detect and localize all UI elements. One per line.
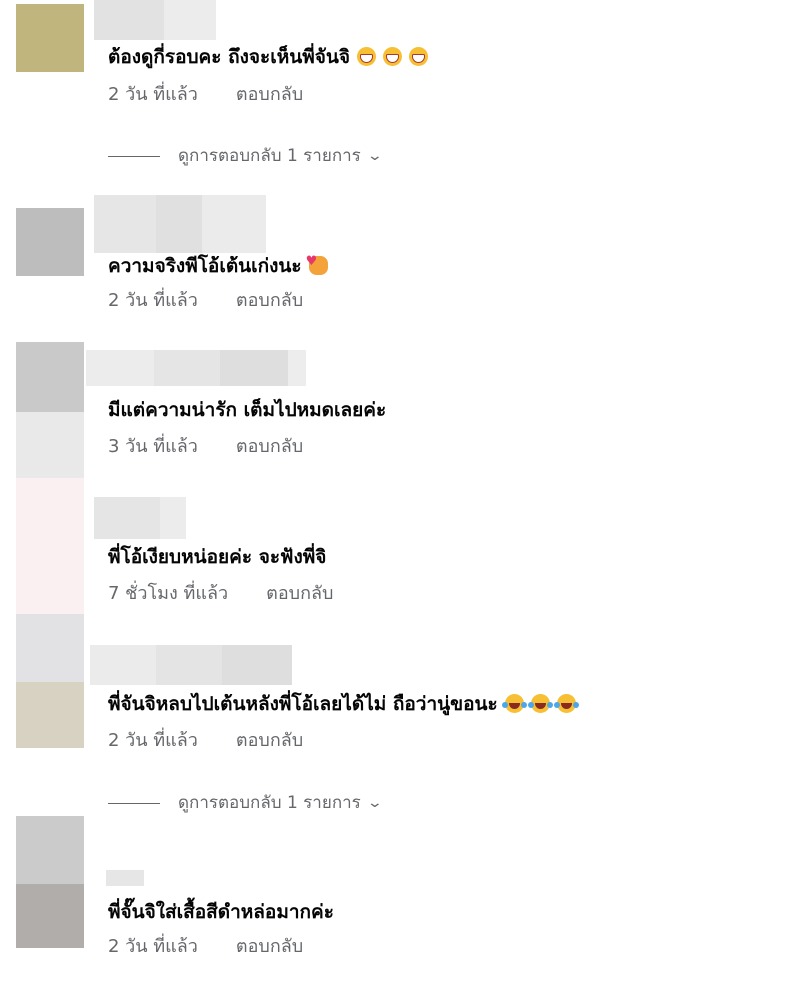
chevron-down-icon: ⌄ bbox=[366, 148, 383, 164]
face-with-tears-of-joy-icon bbox=[501, 694, 524, 713]
comment-body: พี่จั๊นจิใส่เสื้อสีดำหล่อมากค่ะ bbox=[108, 901, 334, 923]
blurred-username bbox=[94, 195, 266, 253]
blurred-username bbox=[90, 645, 292, 685]
reply-link[interactable]: ตอบกลับ bbox=[236, 290, 303, 312]
avatar-bg bbox=[16, 682, 84, 748]
smiling-face-with-hearts-icon bbox=[306, 250, 328, 275]
comment-text: พี่จั๊นจิใส่เสื้อสีดำหล่อมากค่ะ bbox=[108, 900, 334, 924]
view-replies-label: ดูการตอบกลับ 1 รายการ bbox=[178, 793, 361, 813]
avatar[interactable] bbox=[16, 816, 84, 884]
comment-meta: 2 วัน ที่แล้ว ตอบกลับ bbox=[108, 84, 303, 106]
grinning-face-icon bbox=[408, 47, 428, 66]
comment-timestamp: 2 วัน ที่แล้ว bbox=[108, 290, 198, 311]
reply-link[interactable]: ตอบกลับ bbox=[236, 84, 303, 106]
avatar-bg bbox=[16, 412, 84, 478]
avatar[interactable] bbox=[16, 342, 84, 412]
comment-text: มีแต่ความน่ารัก เต็มไปหมดเลยค่ะ bbox=[108, 398, 386, 422]
grinning-face-icon bbox=[382, 47, 402, 66]
avatar[interactable] bbox=[16, 4, 84, 72]
reply-link[interactable]: ตอบกลับ bbox=[266, 583, 333, 605]
comment-meta: 2 วัน ที่แล้ว ตอบกลับ bbox=[108, 290, 303, 312]
avatar[interactable] bbox=[16, 208, 84, 276]
reply-link[interactable]: ตอบกลับ bbox=[236, 936, 303, 958]
reply-link[interactable]: ตอบกลับ bbox=[236, 730, 303, 752]
view-replies-link[interactable]: ดูการตอบกลับ 1 รายการ ⌄ bbox=[108, 792, 383, 814]
comment-body: ต้องดูกี่รอบคะ ถึงจะเห็นพี่จันจิ bbox=[108, 46, 350, 68]
view-replies-link[interactable]: ดูการตอบกลับ 1 รายการ ⌄ bbox=[108, 145, 383, 167]
blurred-username bbox=[94, 497, 186, 539]
comment-timestamp: 3 วัน ที่แล้ว bbox=[108, 436, 198, 457]
comment-text: ความจริงพีโอ้เต้นเก่งนะ bbox=[108, 250, 328, 278]
comment-meta: 3 วัน ที่แล้ว ตอบกลับ bbox=[108, 436, 303, 458]
grinning-face-icon bbox=[356, 47, 376, 66]
comment-text: พี่จันจิหลบไปเต้นหลังพี่โอ้เลยได้ไม่ ถือ… bbox=[108, 692, 576, 716]
view-replies-label: ดูการตอบกลับ 1 รายการ bbox=[178, 146, 361, 166]
face-with-tears-of-joy-icon bbox=[527, 694, 550, 713]
comment-body: พี่โอ้เงียบหน่อยค่ะ จะฟังพี่จิ bbox=[108, 546, 327, 568]
comment-timestamp: 7 ชั่วโมง ที่แล้ว bbox=[108, 583, 229, 604]
comment-text: ต้องดูกี่รอบคะ ถึงจะเห็นพี่จันจิ bbox=[108, 45, 428, 69]
face-with-tears-of-joy-icon bbox=[553, 694, 576, 713]
blurred-username bbox=[86, 350, 306, 386]
comment-meta: 2 วัน ที่แล้ว ตอบกลับ bbox=[108, 730, 303, 752]
blurred-username bbox=[106, 870, 144, 886]
reply-link[interactable]: ตอบกลับ bbox=[236, 436, 303, 458]
divider-line bbox=[108, 802, 160, 804]
comment-body: พี่จันจิหลบไปเต้นหลังพี่โอ้เลยได้ไม่ ถือ… bbox=[108, 693, 498, 715]
chevron-down-icon: ⌄ bbox=[366, 795, 383, 811]
blurred-username bbox=[94, 0, 216, 40]
avatar-bg bbox=[16, 884, 84, 948]
comment-timestamp: 2 วัน ที่แล้ว bbox=[108, 84, 198, 105]
avatar[interactable] bbox=[16, 478, 84, 614]
comment-meta: 2 วัน ที่แล้ว ตอบกลับ bbox=[108, 936, 303, 958]
divider-line bbox=[108, 155, 160, 157]
comment-meta: 7 ชั่วโมง ที่แล้ว ตอบกลับ bbox=[108, 583, 333, 605]
comment-text: พี่โอ้เงียบหน่อยค่ะ จะฟังพี่จิ bbox=[108, 545, 326, 569]
avatar[interactable] bbox=[16, 614, 84, 682]
comment-body: มีแต่ความน่ารัก เต็มไปหมดเลยค่ะ bbox=[108, 399, 387, 421]
comment-timestamp: 2 วัน ที่แล้ว bbox=[108, 730, 198, 751]
comment-timestamp: 2 วัน ที่แล้ว bbox=[108, 936, 198, 957]
comment-body: ความจริงพีโอ้เต้นเก่งนะ bbox=[108, 255, 302, 277]
